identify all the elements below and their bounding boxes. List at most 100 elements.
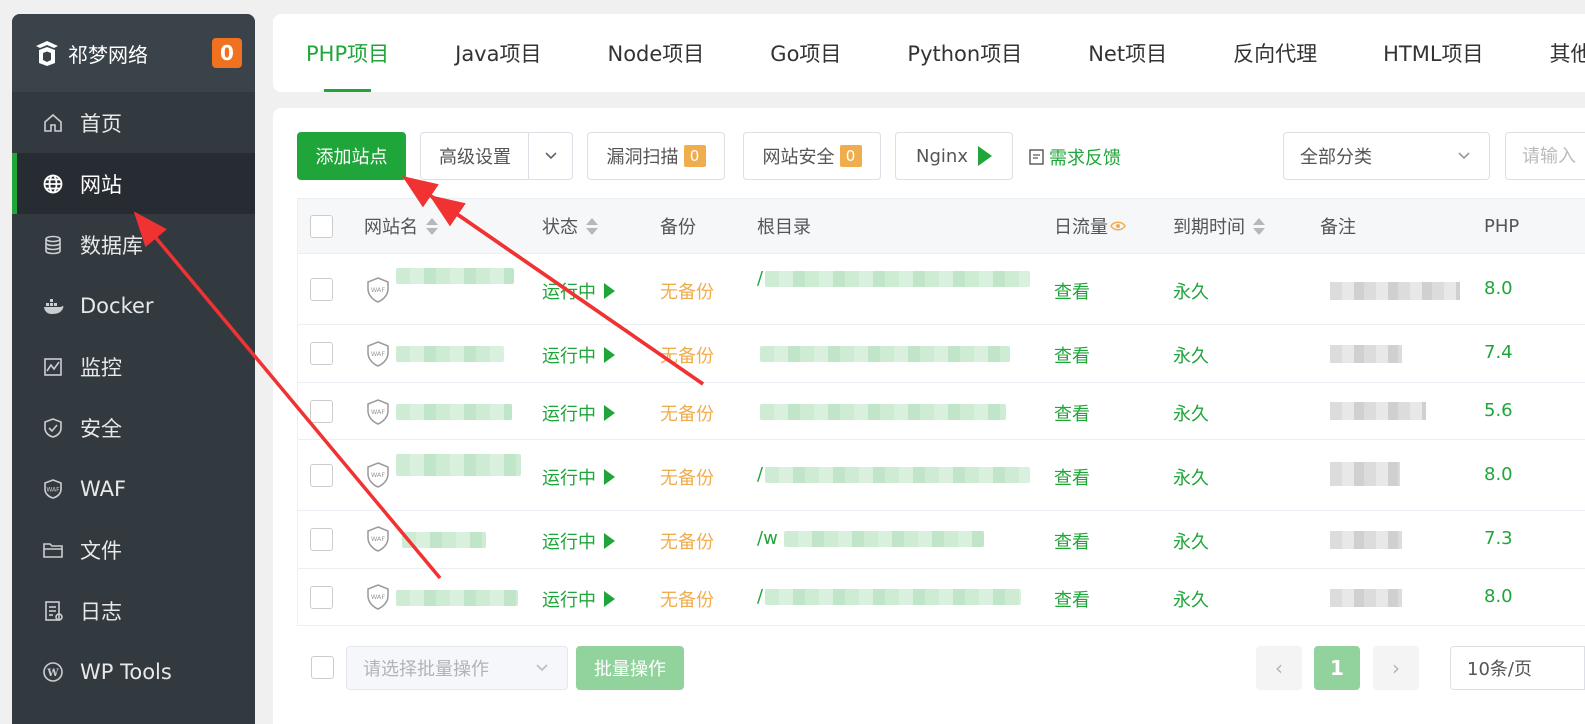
feedback-link[interactable]: 需求反馈 (1028, 144, 1121, 170)
header-name[interactable]: 网站名 (364, 213, 438, 239)
row-checkbox[interactable] (310, 464, 333, 487)
root-path-redacted[interactable] (760, 404, 1006, 420)
expire-value[interactable]: 永久 (1173, 464, 1209, 490)
table-row[interactable]: WAF 运行中 无备份 / 查看 永久 8.0 (298, 253, 1585, 324)
category-select[interactable]: 全部分类 (1283, 132, 1490, 180)
expire-value[interactable]: 永久 (1173, 586, 1209, 612)
tab-net[interactable]: Net项目 (1088, 14, 1167, 92)
note-redacted[interactable] (1330, 282, 1460, 300)
backup-status[interactable]: 无备份 (660, 400, 714, 426)
notification-badge[interactable]: 0 (212, 38, 242, 68)
note-redacted[interactable] (1330, 345, 1402, 363)
sidebar-item-database[interactable]: 数据库 (12, 214, 255, 275)
eye-icon[interactable] (1110, 219, 1126, 233)
sidebar-item-files[interactable]: 文件 (12, 519, 255, 580)
backup-status[interactable]: 无备份 (660, 278, 714, 304)
status-running[interactable]: 运行中 (542, 342, 615, 368)
row-checkbox[interactable] (310, 278, 333, 301)
table-row[interactable]: WAF 运行中 无备份 / 查看 永久 8.0 (298, 439, 1585, 510)
sidebar-item-logs[interactable]: 日志 (12, 580, 255, 641)
php-version[interactable]: 8.0 (1484, 464, 1513, 485)
traffic-link[interactable]: 查看 (1054, 278, 1090, 304)
chevron-down-icon[interactable] (528, 133, 572, 179)
site-name-redacted[interactable] (402, 532, 486, 548)
site-name-redacted[interactable] (396, 404, 512, 420)
tab-go[interactable]: Go项目 (770, 14, 841, 92)
sidebar-item-security[interactable]: 安全 (12, 397, 255, 458)
note-redacted[interactable] (1330, 462, 1400, 486)
status-running[interactable]: 运行中 (542, 464, 615, 490)
traffic-link[interactable]: 查看 (1054, 342, 1090, 368)
sidebar-item-waf[interactable]: WAF WAF (12, 458, 255, 519)
row-checkbox[interactable] (310, 586, 333, 609)
status-running[interactable]: 运行中 (542, 528, 615, 554)
waf-shield-icon[interactable]: WAF (366, 526, 390, 552)
waf-shield-icon[interactable]: WAF (366, 462, 390, 488)
php-version[interactable]: 7.3 (1484, 528, 1513, 549)
root-path[interactable]: / (757, 464, 1031, 485)
tab-html[interactable]: HTML项目 (1383, 14, 1483, 92)
batch-operation-select[interactable]: 请选择批量操作 (346, 646, 568, 690)
site-name-redacted[interactable] (396, 454, 521, 476)
root-path[interactable]: / (757, 586, 1022, 607)
sidebar-item-monitor[interactable]: 监控 (12, 336, 255, 397)
status-running[interactable]: 运行中 (542, 586, 615, 612)
note-redacted[interactable] (1330, 589, 1402, 607)
backup-status[interactable]: 无备份 (660, 464, 714, 490)
status-running[interactable]: 运行中 (542, 400, 615, 426)
status-running[interactable]: 运行中 (542, 278, 615, 304)
tab-reverse-proxy[interactable]: 反向代理 (1233, 14, 1317, 92)
note-redacted[interactable] (1330, 531, 1402, 549)
tab-other[interactable]: 其他 (1550, 14, 1585, 92)
row-checkbox[interactable] (310, 342, 333, 365)
backup-status[interactable]: 无备份 (660, 528, 714, 554)
page-size-select[interactable]: 10条/页 (1450, 646, 1585, 690)
row-checkbox[interactable] (310, 528, 333, 551)
table-row[interactable]: WAF 运行中 无备份 查看 永久 5.6 (298, 382, 1585, 439)
site-name-redacted[interactable] (396, 346, 504, 362)
table-row[interactable]: WAF 运行中 无备份 /w 查看 永久 7.3 (298, 510, 1585, 568)
header-expire[interactable]: 到期时间 (1173, 213, 1265, 239)
waf-shield-icon[interactable]: WAF (366, 584, 390, 610)
waf-shield-icon[interactable]: WAF (366, 341, 390, 367)
advanced-settings-button[interactable]: 高级设置 (420, 132, 573, 180)
expire-value[interactable]: 永久 (1173, 342, 1209, 368)
traffic-link[interactable]: 查看 (1054, 464, 1090, 490)
expire-value[interactable]: 永久 (1173, 528, 1209, 554)
tab-python[interactable]: Python项目 (907, 14, 1022, 92)
tab-php[interactable]: PHP项目 (306, 14, 389, 92)
table-row[interactable]: WAF 运行中 无备份 查看 永久 7.4 (298, 324, 1585, 382)
sidebar-item-website[interactable]: 网站 (12, 153, 255, 214)
php-version[interactable]: 7.4 (1484, 342, 1513, 363)
waf-shield-icon[interactable]: WAF (366, 277, 390, 303)
traffic-link[interactable]: 查看 (1054, 400, 1090, 426)
row-checkbox[interactable] (310, 400, 333, 423)
prev-page-button[interactable]: ‹ (1256, 646, 1302, 690)
backup-status[interactable]: 无备份 (660, 342, 714, 368)
note-redacted[interactable] (1330, 402, 1426, 420)
table-row[interactable]: WAF 运行中 无备份 / 查看 永久 8.0 (298, 568, 1585, 626)
nginx-button[interactable]: Nginx (895, 132, 1013, 180)
root-path[interactable]: /w (757, 528, 984, 549)
site-security-button[interactable]: 网站安全 0 (743, 132, 881, 180)
root-path-redacted[interactable] (760, 346, 1010, 362)
batch-operation-button[interactable]: 批量操作 (576, 646, 684, 690)
sidebar-item-wp-tools[interactable]: W WP Tools (12, 641, 255, 702)
root-path[interactable]: / (757, 268, 1031, 289)
sidebar-item-docker[interactable]: Docker (12, 275, 255, 336)
php-version[interactable]: 5.6 (1484, 400, 1513, 421)
tab-java[interactable]: Java项目 (455, 14, 541, 92)
add-site-button[interactable]: 添加站点 (297, 132, 406, 180)
php-version[interactable]: 8.0 (1484, 586, 1513, 607)
traffic-link[interactable]: 查看 (1054, 528, 1090, 554)
header-status[interactable]: 状态 (542, 213, 598, 239)
next-page-button[interactable]: › (1373, 646, 1419, 690)
traffic-link[interactable]: 查看 (1054, 586, 1090, 612)
page-1-button[interactable]: 1 (1314, 646, 1360, 690)
tab-node[interactable]: Node项目 (607, 14, 704, 92)
select-all-checkbox[interactable] (310, 214, 333, 238)
sidebar-item-home[interactable]: 首页 (12, 92, 255, 153)
site-name-redacted[interactable] (396, 590, 518, 606)
expire-value[interactable]: 永久 (1173, 400, 1209, 426)
vulnerability-scan-button[interactable]: 漏洞扫描 0 (587, 132, 725, 180)
